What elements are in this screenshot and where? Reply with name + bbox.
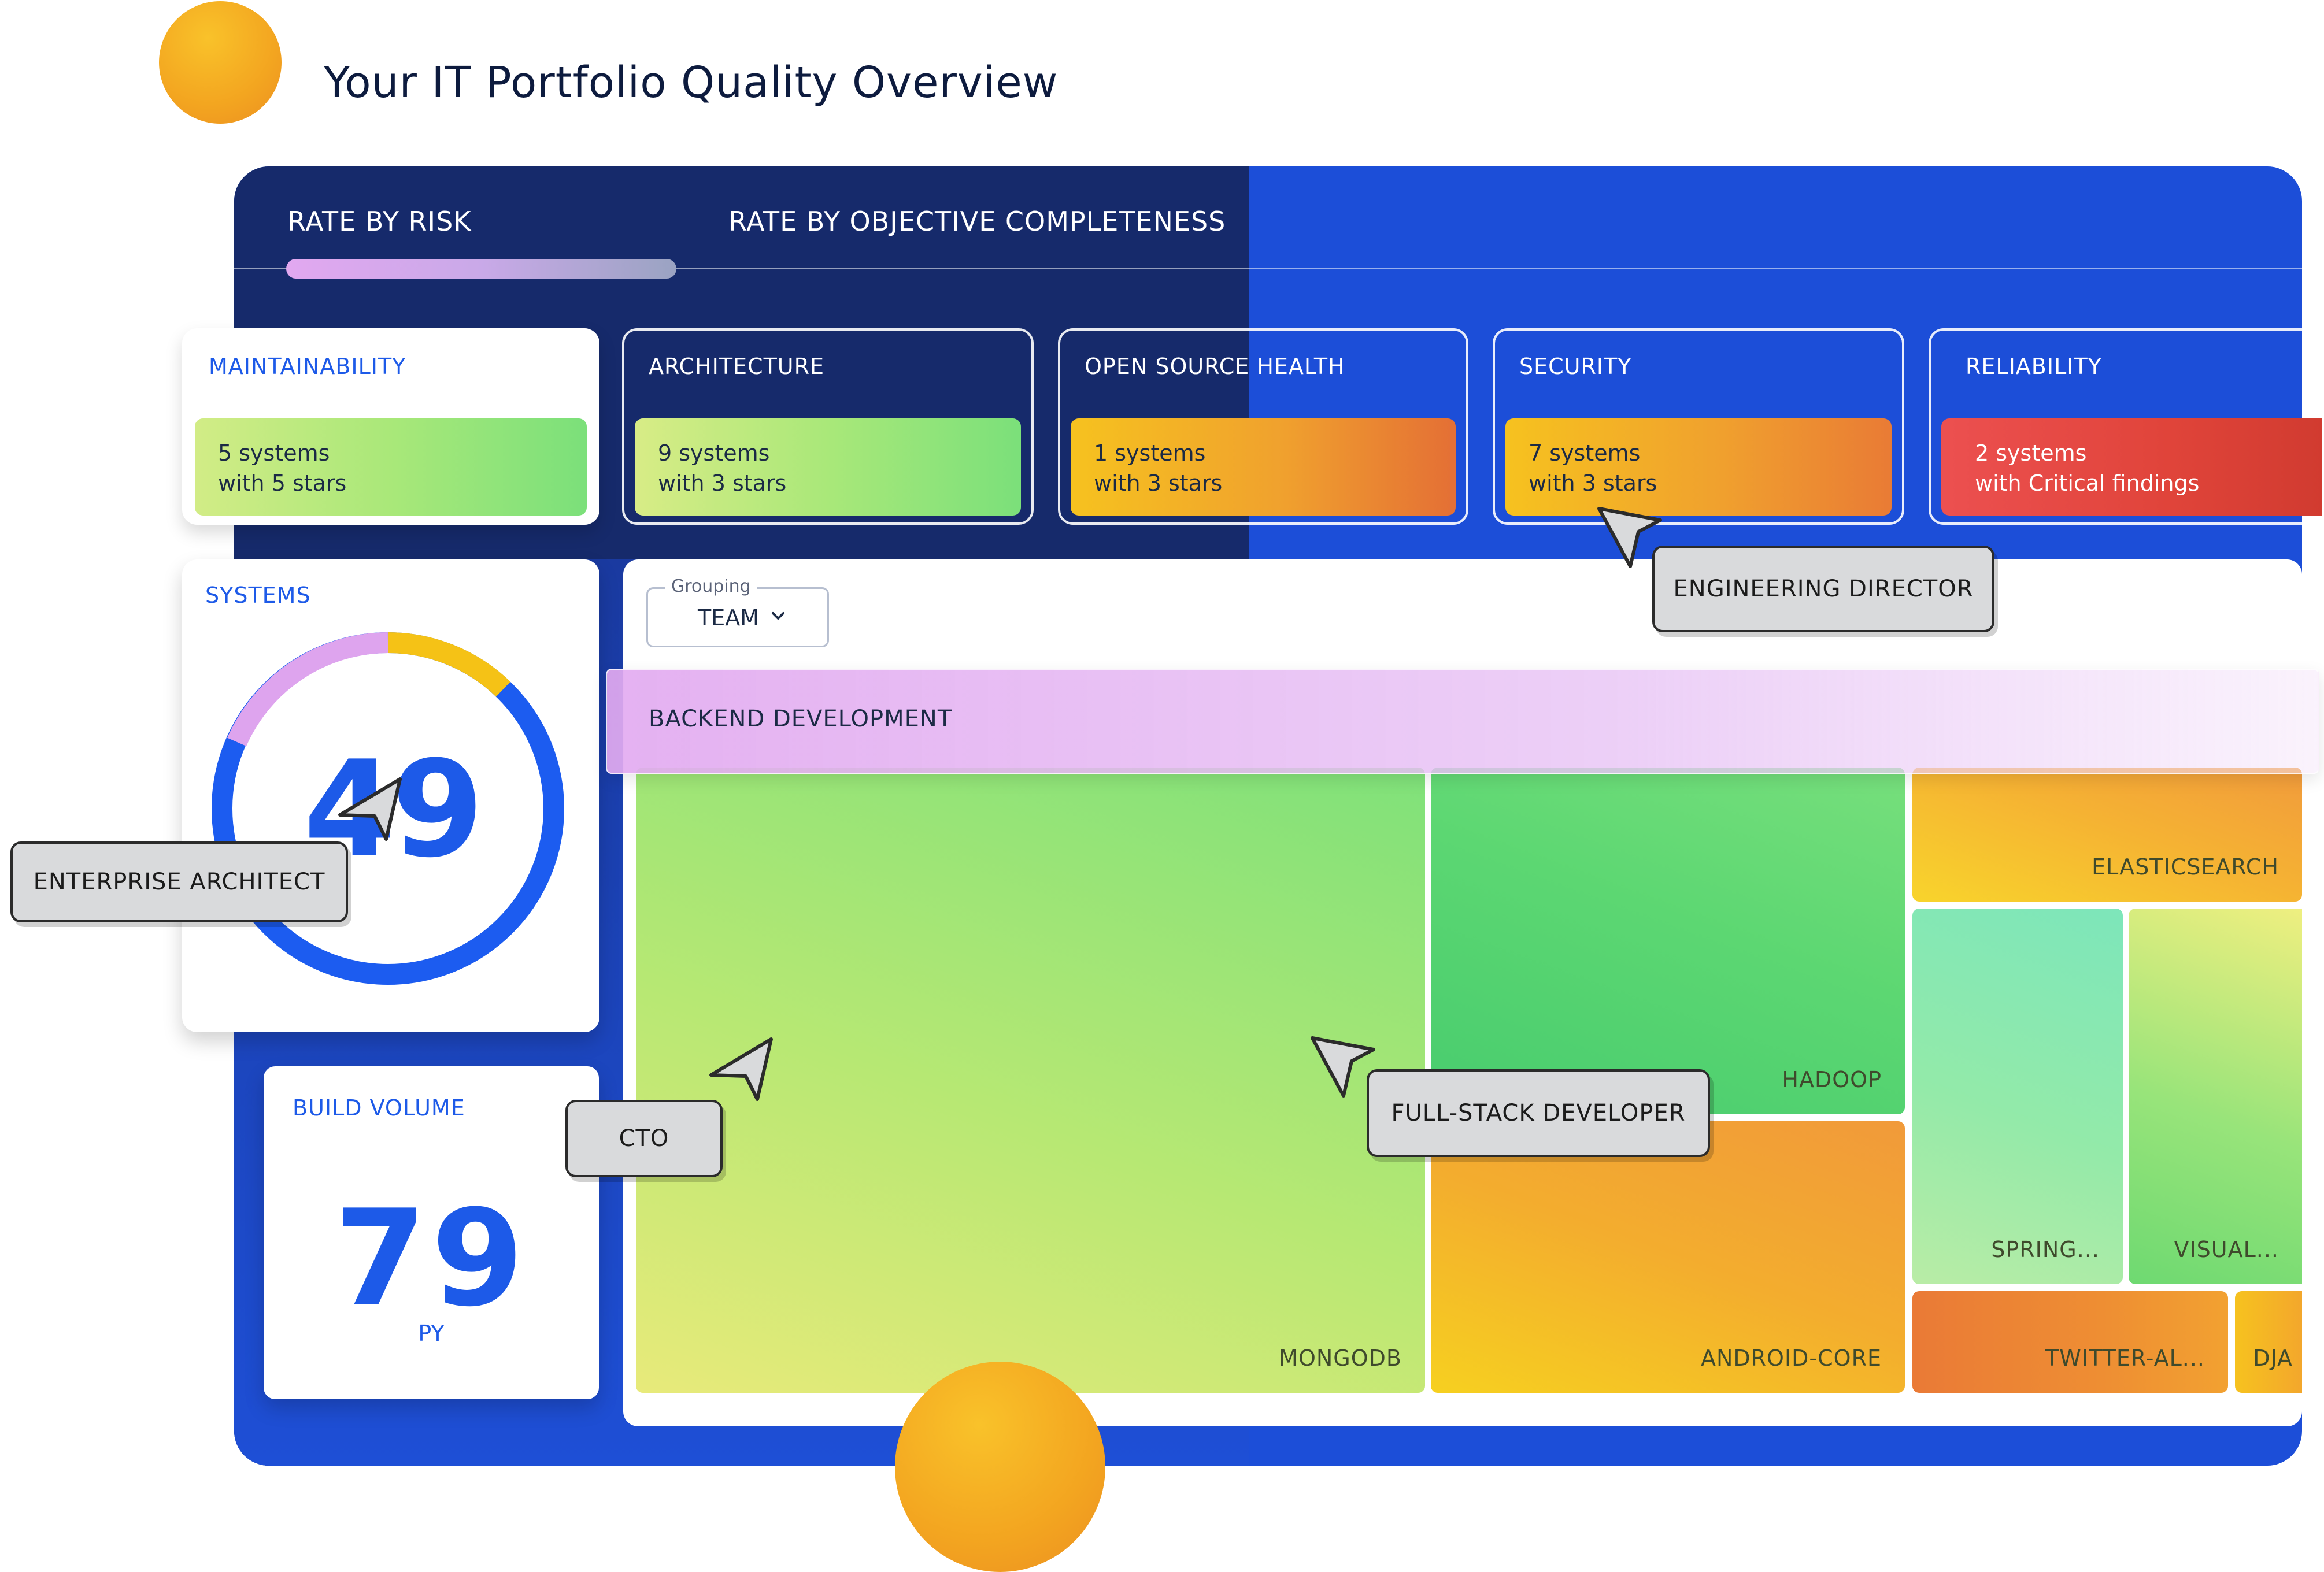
metric-summary-pill: 7 systems with 3 stars — [1505, 418, 1892, 516]
persona-tag-engineering-director: ENGINEERING DIRECTOR — [1652, 546, 1994, 632]
grouping-value: TEAM — [698, 605, 760, 631]
persona-tag-full-stack-developer: FULL-STACK DEVELOPER — [1367, 1069, 1710, 1157]
cursor-pointer-icon — [338, 777, 402, 841]
metric-title: SECURITY — [1519, 354, 1632, 379]
build-volume-card[interactable]: BUILD VOLUME 79 PY — [264, 1066, 599, 1399]
treemap-cell-twitter-al[interactable]: TWITTER-AL... — [1912, 1291, 2228, 1393]
treemap-cell-hadoop[interactable]: HADOOP — [1431, 768, 1905, 1114]
active-tab-indicator — [286, 259, 676, 279]
group-header-backend-development[interactable]: BACKEND DEVELOPMENT — [606, 669, 2319, 774]
treemap-cell-dja[interactable]: DJA — [2235, 1291, 2302, 1393]
metric-card-architecture[interactable]: ARCHITECTURE 9 systems with 3 stars — [622, 328, 1034, 525]
treemap-cell-elasticsearch[interactable]: ELASTICSEARCH — [1912, 768, 2302, 902]
tab-rate-by-risk[interactable]: RATE BY RISK — [287, 206, 471, 237]
metric-card-security[interactable]: SECURITY 7 systems with 3 stars — [1493, 328, 1904, 525]
treemap-cell-visual[interactable]: VISUAL... — [2129, 909, 2302, 1284]
page-title: Your IT Portfolio Quality Overview — [324, 58, 1059, 107]
decorative-circle-top — [159, 1, 282, 124]
metric-card-open-source-health[interactable]: OPEN SOURCE HEALTH 1 systems with 3 star… — [1058, 328, 1468, 525]
metric-summary-pill: 5 systems with 5 stars — [195, 418, 587, 516]
grouping-legend: Grouping — [665, 576, 757, 596]
metric-title: OPEN SOURCE HEALTH — [1085, 354, 1345, 379]
chevron-down-icon — [772, 612, 784, 620]
treemap-cell-spring[interactable]: SPRING... — [1912, 909, 2123, 1284]
build-volume-value: 79 — [334, 1182, 529, 1336]
donut-segment-pink — [227, 632, 388, 747]
metric-title: RELIABILITY — [1966, 354, 2102, 379]
metric-card-reliability[interactable]: RELIABILITY 2 systems with Critical find… — [1929, 328, 2322, 525]
systems-label: SYSTEMS — [205, 583, 311, 608]
persona-tag-cto: CTO — [565, 1100, 723, 1177]
metric-summary-pill: 9 systems with 3 stars — [635, 418, 1021, 516]
metric-title: ARCHITECTURE — [649, 354, 825, 379]
cursor-pointer-icon — [709, 1037, 773, 1101]
metric-summary-pill: 2 systems with Critical findings — [1941, 418, 2322, 516]
group-header-label: BACKEND DEVELOPMENT — [649, 706, 953, 732]
treemap-cell-android-core[interactable]: ANDROID-CORE — [1431, 1121, 1905, 1393]
donut-segment-yellow — [387, 632, 510, 697]
build-volume-unit: PY — [418, 1321, 445, 1346]
grouping-select[interactable]: Grouping TEAM — [646, 576, 829, 647]
persona-tag-enterprise-architect: ENTERPRISE ARCHITECT — [10, 841, 348, 922]
tab-rate-by-objective-completeness[interactable]: RATE BY OBJECTIVE COMPLETENESS — [728, 206, 1226, 237]
metric-card-maintainability[interactable]: MAINTAINABILITY 5 systems with 5 stars — [182, 328, 599, 525]
decorative-circle-bottom — [895, 1362, 1105, 1572]
metric-summary-pill: 1 systems with 3 stars — [1071, 418, 1456, 516]
metric-title: MAINTAINABILITY — [209, 354, 406, 379]
build-volume-label: BUILD VOLUME — [293, 1095, 465, 1121]
